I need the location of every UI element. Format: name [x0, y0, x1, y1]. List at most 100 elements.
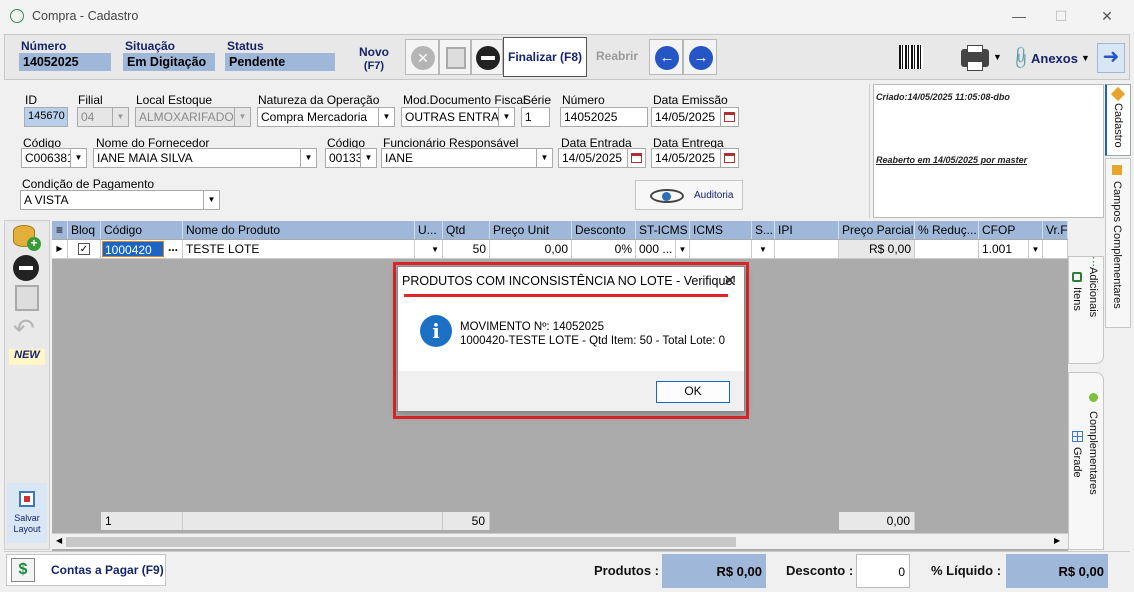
auditoria-button[interactable]: Auditoria — [635, 180, 743, 210]
nome-produto-cell[interactable]: TESTE LOTE — [183, 240, 415, 259]
ipi-cell[interactable] — [775, 240, 839, 259]
col-header-cfop[interactable]: CFOP — [979, 221, 1043, 239]
filial-dropdown-icon[interactable]: ▼ — [113, 107, 129, 127]
id-field[interactable]: 145670 — [24, 107, 68, 127]
codigo-lookup-button[interactable]: ... — [165, 240, 181, 258]
exit-arrow-button[interactable]: ➜ — [1097, 43, 1125, 73]
check-icon[interactable]: ✓ — [78, 243, 90, 255]
add-item-button[interactable]: + — [13, 225, 41, 251]
natureza-field[interactable]: Compra Mercadoria — [257, 107, 379, 127]
codigo-fornecedor-field[interactable]: C006381 — [21, 148, 71, 168]
desconto-field[interactable]: 0 — [856, 554, 910, 588]
tab-grade-complementares[interactable]: Complementares Grade — [1068, 372, 1104, 550]
reducao-cell[interactable] — [915, 240, 979, 259]
s-dropdown-icon[interactable]: ▼ — [752, 240, 775, 259]
scroll-right-icon[interactable]: ▶ — [1054, 536, 1060, 545]
col-header-preco-unit[interactable]: Preço Unit — [490, 221, 572, 239]
horizontal-scrollbar[interactable]: ◀ ▶ — [52, 533, 1068, 549]
local-estoque-dropdown-icon[interactable]: ▼ — [235, 107, 251, 127]
next-button[interactable]: → — [683, 39, 717, 75]
serie-label: Série — [523, 93, 552, 107]
col-header-qtd[interactable]: Qtd — [443, 221, 490, 239]
codigo-funcionario-field[interactable]: 00133 — [325, 148, 361, 168]
funcionario-field[interactable]: IANE — [381, 148, 537, 168]
codigo-cell-value[interactable]: 1000420 — [102, 241, 164, 257]
fornecedor-dropdown-icon[interactable]: ▼ — [301, 148, 317, 168]
qtd-cell[interactable]: 50 — [443, 240, 490, 259]
undo-icon[interactable]: ↶ — [13, 315, 43, 341]
cancel-button[interactable]: ✕ — [405, 39, 439, 75]
tab-cadastro-label: Cadastro — [1112, 103, 1124, 148]
col-header-ipi[interactable]: IPI — [775, 221, 839, 239]
grid-menu-icon[interactable]: ≡ — [52, 221, 68, 239]
desconto-cell[interactable]: 0% — [572, 240, 636, 259]
serie-field[interactable]: 1 — [521, 107, 550, 127]
col-header-nome-produto[interactable]: Nome do Produto — [183, 221, 415, 239]
dialog-close-button[interactable]: ✕ — [723, 271, 736, 291]
data-emissao-field[interactable]: 14/05/2025 — [651, 107, 721, 127]
save-item-button[interactable] — [15, 285, 39, 311]
tag-icon — [1089, 393, 1098, 402]
icms-cell[interactable] — [690, 240, 752, 259]
fornecedor-field[interactable]: IANE MAIA SILVA — [93, 148, 301, 168]
remove-button[interactable] — [471, 39, 503, 75]
calendar-icon[interactable] — [721, 107, 739, 127]
maximize-button[interactable]: ☐ — [1050, 6, 1072, 26]
condicao-dropdown-icon[interactable]: ▼ — [204, 190, 220, 210]
preco-unit-cell[interactable]: 0,00 — [490, 240, 572, 259]
bloq-checkbox-cell[interactable]: ✓ — [68, 240, 101, 259]
scroll-left-icon[interactable]: ◀ — [56, 536, 62, 545]
mod-documento-dropdown-icon[interactable]: ▼ — [499, 107, 515, 127]
condicao-field[interactable]: A VISTA — [20, 190, 204, 210]
natureza-dropdown-icon[interactable]: ▼ — [379, 107, 395, 127]
remove-item-button[interactable] — [13, 255, 41, 283]
filial-field[interactable]: 04 — [77, 107, 113, 127]
cfop-dropdown-icon[interactable]: ▼ — [1029, 240, 1043, 259]
ok-button[interactable]: OK — [656, 381, 730, 403]
col-header-st-icms[interactable]: ST-ICMS — [636, 221, 690, 239]
anexos-button[interactable]: 📎 Anexos ▼ — [1008, 43, 1093, 73]
finalizar-button[interactable]: Finalizar (F8) — [503, 37, 587, 77]
status-value: Pendente — [225, 53, 335, 71]
previous-button[interactable]: ← — [649, 39, 683, 75]
vr-f-cell[interactable] — [1043, 240, 1068, 259]
calendar-icon[interactable] — [628, 148, 646, 168]
unidade-dropdown-icon[interactable]: ▼ — [415, 240, 443, 259]
col-header-desconto[interactable]: Desconto — [572, 221, 636, 239]
col-header-codigo[interactable]: Código — [101, 221, 183, 239]
salvar-layout-button[interactable]: Salvar Layout — [7, 483, 47, 543]
codigo-funcionario-dropdown-icon[interactable]: ▼ — [361, 148, 377, 168]
col-header-unidade[interactable]: U... — [415, 221, 443, 239]
col-header-icms[interactable]: ICMS — [690, 221, 752, 239]
cfop-cell[interactable]: 1.001 — [979, 240, 1029, 259]
new-badge[interactable]: NEW — [9, 349, 45, 365]
mod-documento-field[interactable]: OUTRAS ENTRAD. — [401, 107, 499, 127]
funcionario-dropdown-icon[interactable]: ▼ — [537, 148, 553, 168]
close-window-button[interactable]: ✕ — [1096, 6, 1118, 26]
col-header-bloq[interactable]: Bloq — [68, 221, 101, 239]
tab-itens-adicionais[interactable]: ⋮ Adicionais Itens — [1068, 256, 1104, 364]
col-header-reducao[interactable]: % Reduç... — [915, 221, 979, 239]
numero-field[interactable]: 14052025 — [560, 107, 648, 127]
codigo-cell[interactable]: 1000420 ... — [101, 240, 183, 259]
tab-cadastro[interactable]: Cadastro — [1105, 84, 1131, 156]
print-button[interactable]: ▼ — [959, 43, 1003, 73]
codigo-fornecedor-dropdown-icon[interactable]: ▼ — [71, 148, 87, 168]
novo-button[interactable]: Novo (F7) — [343, 37, 405, 77]
save-disabled-button[interactable] — [439, 39, 471, 75]
st-icms-cell[interactable]: 000 ... — [636, 240, 676, 259]
st-icms-dropdown-icon[interactable]: ▼ — [676, 240, 690, 259]
reabrir-button[interactable]: Reabrir — [589, 49, 645, 63]
tab-campos-complementares[interactable]: Campos Complementares — [1105, 158, 1131, 328]
col-header-s[interactable]: S... — [752, 221, 775, 239]
col-header-vr-f[interactable]: Vr.F — [1043, 221, 1068, 239]
calendar-icon[interactable] — [721, 148, 739, 168]
barcode-icon[interactable] — [899, 45, 923, 69]
local-estoque-field[interactable]: ALMOXARIFADO — [135, 107, 235, 127]
contas-pagar-button[interactable]: $ Contas a Pagar (F9) — [6, 554, 166, 586]
col-header-preco-parcial[interactable]: Preço Parcial — [839, 221, 915, 239]
scrollbar-thumb[interactable] — [66, 537, 736, 547]
data-entrega-field[interactable]: 14/05/2025 — [651, 148, 721, 168]
data-entrada-field[interactable]: 14/05/2025 — [558, 148, 628, 168]
minimize-button[interactable]: — — [1008, 6, 1030, 26]
